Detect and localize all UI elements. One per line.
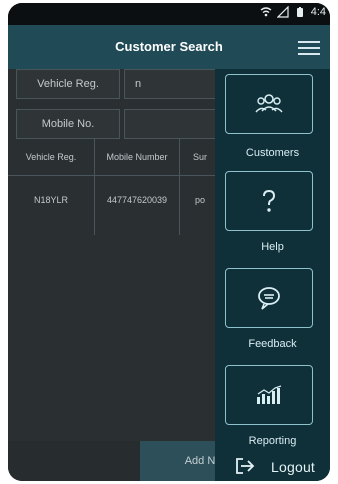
menu-icon-line [298, 47, 320, 49]
menu-item-help[interactable]: Help [215, 171, 330, 261]
signal-icon [276, 5, 289, 18]
navigation-drawer: Customers Help Feedback Reporting Logout [215, 69, 330, 481]
menu-item-label: Feedback [248, 338, 297, 350]
cell-mobile-number[interactable]: 447747620039 [95, 175, 179, 225]
help-icon [225, 171, 313, 231]
customers-icon [225, 74, 313, 134]
app-bar: Customer Search [8, 25, 330, 69]
feedback-icon [225, 268, 313, 328]
header-surname: Sur [192, 152, 207, 162]
logout-button[interactable]: Logout [235, 454, 330, 480]
cell-surname[interactable]: po [180, 175, 220, 225]
header-mobile-number: Mobile Number [106, 152, 168, 162]
logout-label: Logout [271, 459, 316, 475]
reporting-icon [225, 365, 313, 425]
vehicle-reg-label: Vehicle Reg. [16, 69, 120, 99]
wifi-icon [260, 6, 272, 18]
menu-item-customers[interactable]: Customers [215, 74, 330, 164]
menu-item-label: Reporting [248, 435, 297, 447]
cell-vehicle-reg[interactable]: N18YLR [8, 175, 94, 225]
page-title: Customer Search [115, 39, 223, 54]
logout-icon [235, 457, 255, 478]
header-vehicle-reg: Vehicle Reg. [25, 152, 77, 162]
menu-item-label: Help [261, 241, 284, 253]
menu-icon-line [298, 53, 320, 55]
status-icons: 4:4 [260, 5, 326, 18]
mobile-label: Mobile No. [16, 109, 120, 139]
phone-frame: 4:4 Customer Search Vehicle Reg. n Mobil… [8, 3, 330, 481]
battery-icon [294, 6, 306, 18]
menu-icon[interactable] [298, 37, 320, 55]
menu-item-label: Customers [245, 147, 300, 159]
menu-item-feedback[interactable]: Feedback [215, 268, 330, 358]
status-time: 4:4 [310, 6, 326, 18]
menu-icon-line [298, 41, 320, 43]
status-bar: 4:4 [8, 3, 330, 25]
menu-item-reporting[interactable]: Reporting [215, 365, 330, 455]
